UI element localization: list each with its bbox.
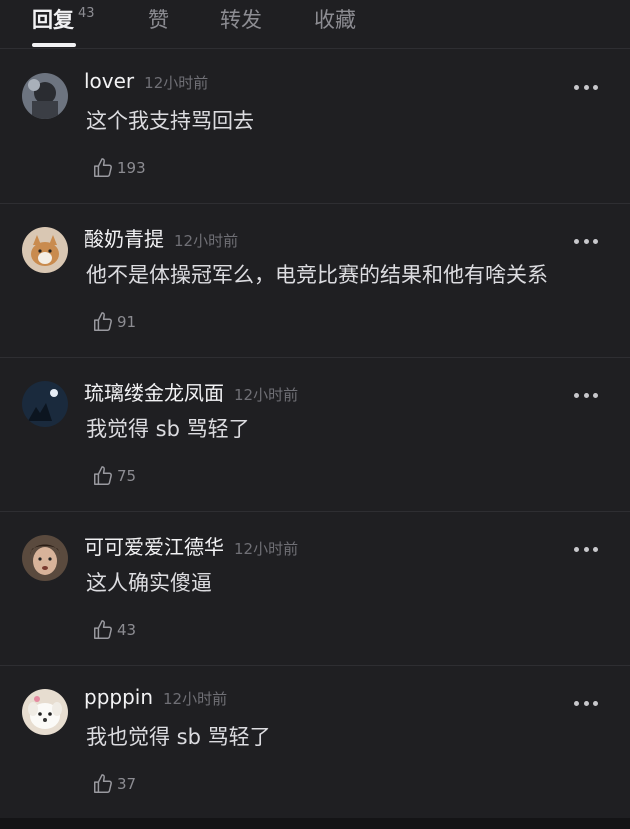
tab-replies-label: 回复 xyxy=(32,8,74,32)
tab-bar: 回复 43 赞 转发 收藏 xyxy=(0,0,630,49)
thumbs-up-icon xyxy=(94,620,112,639)
user-avatar[interactable] xyxy=(22,535,68,581)
comment-item: 酸奶青提 12小时前 他不是体操冠军么，电竞比赛的结果和他有啥关系 91 xyxy=(0,203,630,358)
tab-likes[interactable]: 赞 xyxy=(148,4,169,34)
user-avatar[interactable] xyxy=(22,381,68,427)
comment-username[interactable]: 琉璃缕金龙凤面 12小时前 xyxy=(84,377,298,406)
comment-text: 我觉得 sb 骂轻了 xyxy=(86,417,250,441)
thumbs-up-icon xyxy=(94,312,112,331)
tab-replies[interactable]: 回复 43 xyxy=(32,4,95,34)
comment-username[interactable]: 酸奶青提 12小时前 xyxy=(84,223,238,252)
comment-item: 可可爱爱江德华 12小时前 这人确实傻逼 43 xyxy=(0,511,630,666)
avatar-person-icon xyxy=(22,535,68,581)
tab-likes-label: 赞 xyxy=(148,8,169,32)
comment-username[interactable]: ppppin 12小时前 xyxy=(84,685,227,709)
more-options-icon[interactable] xyxy=(574,83,598,91)
active-tab-indicator xyxy=(32,43,76,47)
avatar-white-dog-icon xyxy=(22,689,68,735)
comment-item: lover 12小时前 这个我支持骂回去 193 xyxy=(0,49,630,204)
tab-favorites-label: 收藏 xyxy=(314,8,356,32)
username-text: 可可爱爱江德华 xyxy=(84,535,224,559)
comment-username[interactable]: lover 12小时前 xyxy=(84,69,208,93)
like-button[interactable]: 43 xyxy=(92,616,136,644)
avatar-dark-figure-icon xyxy=(22,73,68,119)
comment-time: 12小时前 xyxy=(163,690,228,708)
comment-item: ppppin 12小时前 我也觉得 sb 骂轻了 37 xyxy=(0,665,630,820)
avatar-cat-icon xyxy=(22,227,68,273)
comment-time: 12小时前 xyxy=(234,386,299,404)
more-options-icon[interactable] xyxy=(574,699,598,707)
bottom-bar xyxy=(0,818,630,829)
user-avatar[interactable] xyxy=(22,689,68,735)
more-options-icon[interactable] xyxy=(574,545,598,553)
user-avatar[interactable] xyxy=(22,73,68,119)
like-count: 37 xyxy=(117,775,137,793)
tab-reposts-label: 转发 xyxy=(220,8,262,32)
like-button[interactable]: 91 xyxy=(92,308,136,336)
tab-replies-count: 43 xyxy=(78,6,95,21)
like-button[interactable]: 37 xyxy=(92,770,136,798)
thumbs-up-icon xyxy=(94,158,112,177)
comment-username[interactable]: 可可爱爱江德华 12小时前 xyxy=(84,531,298,560)
thumbs-up-icon xyxy=(94,774,112,793)
username-text: 酸奶青提 xyxy=(84,227,164,251)
comment-time: 12小时前 xyxy=(174,232,239,250)
comment-text: 我也觉得 sb 骂轻了 xyxy=(86,725,271,749)
like-button[interactable]: 193 xyxy=(92,154,146,182)
comment-item: 琉璃缕金龙凤面 12小时前 我觉得 sb 骂轻了 75 xyxy=(0,357,630,512)
avatar-night-moon-icon xyxy=(22,381,68,427)
tab-reposts[interactable]: 转发 xyxy=(220,4,262,34)
username-text: lover xyxy=(84,69,135,93)
user-avatar[interactable] xyxy=(22,227,68,273)
username-text: ppppin xyxy=(84,685,154,709)
comment-time: 12小时前 xyxy=(234,540,299,558)
comment-text: 这个我支持骂回去 xyxy=(86,109,254,133)
more-options-icon[interactable] xyxy=(574,391,598,399)
like-count: 43 xyxy=(117,621,137,639)
like-count: 91 xyxy=(117,313,137,331)
like-count: 193 xyxy=(117,159,146,177)
tab-favorites[interactable]: 收藏 xyxy=(314,4,356,34)
comment-text: 他不是体操冠军么，电竞比赛的结果和他有啥关系 xyxy=(86,263,548,287)
thumbs-up-icon xyxy=(94,466,112,485)
comment-text: 这人确实傻逼 xyxy=(86,571,212,595)
like-count: 75 xyxy=(117,467,137,485)
username-text: 琉璃缕金龙凤面 xyxy=(84,381,224,405)
comment-time: 12小时前 xyxy=(144,74,209,92)
more-options-icon[interactable] xyxy=(574,237,598,245)
like-button[interactable]: 75 xyxy=(92,462,136,490)
